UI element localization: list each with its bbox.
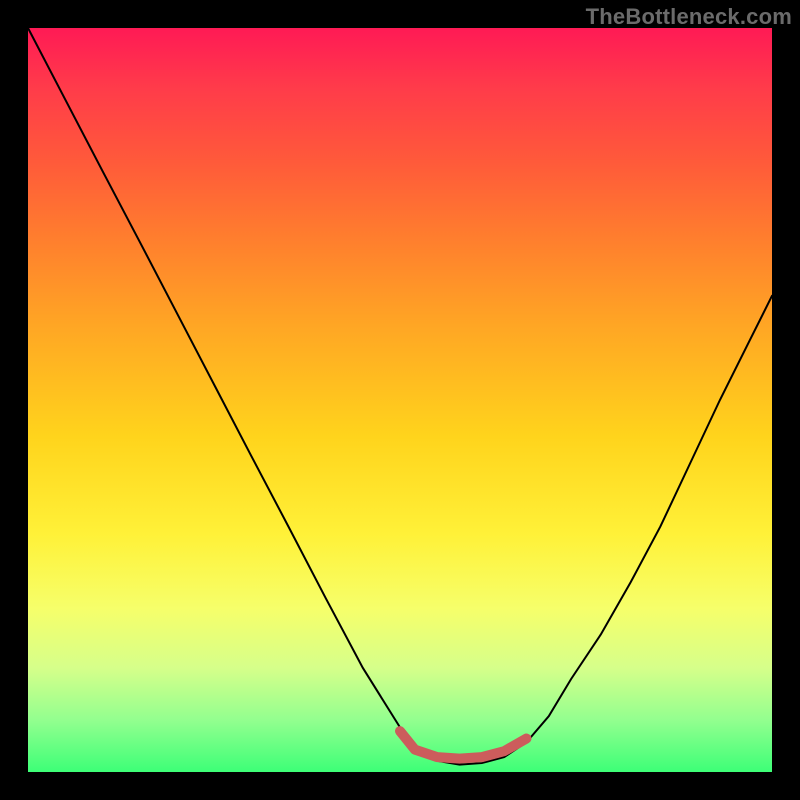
chart-frame: TheBottleneck.com <box>0 0 800 800</box>
chart-svg <box>28 28 772 772</box>
bottom-band <box>400 731 526 759</box>
plot-area <box>28 28 772 772</box>
curve-line <box>28 28 772 765</box>
watermark-text: TheBottleneck.com <box>586 4 792 30</box>
